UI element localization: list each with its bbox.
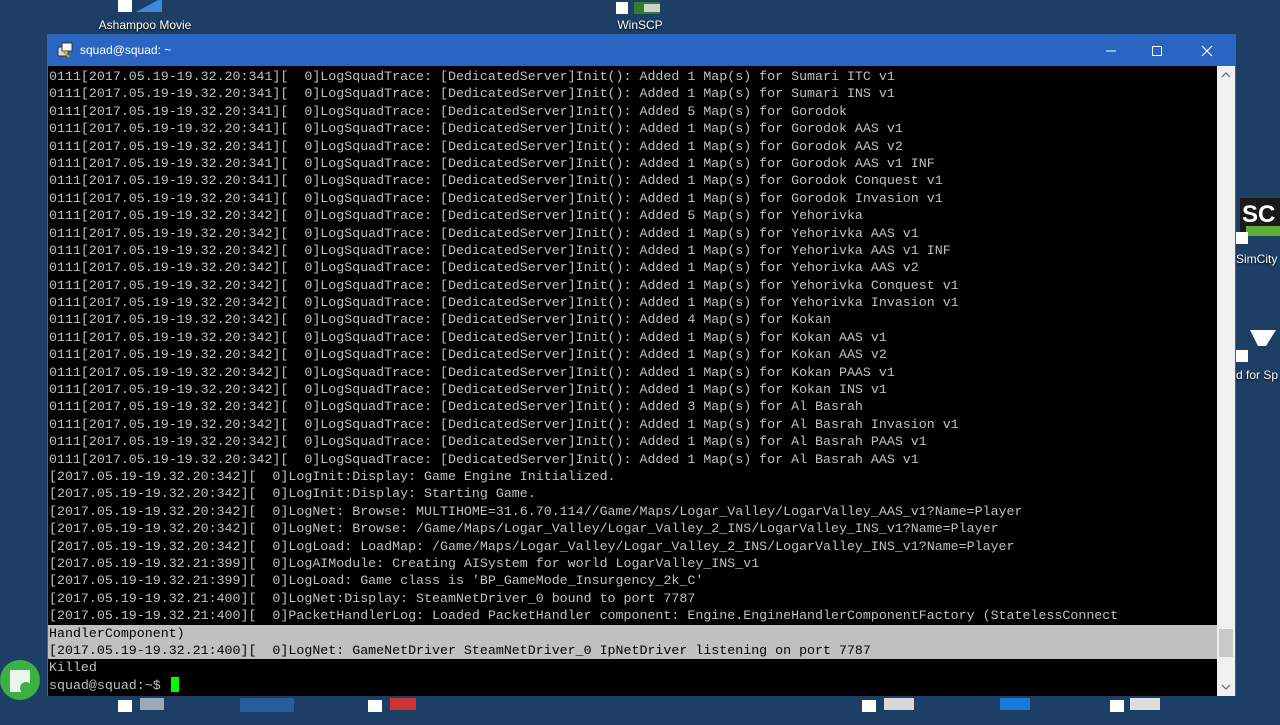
- simcity-icon[interactable]: SC: [1236, 196, 1280, 246]
- log-line: 0111[2017.05.19-19.32.20:342][ 0]LogSqua…: [49, 416, 959, 432]
- log-line: 0111[2017.05.19-19.32.20:342][ 0]LogSqua…: [49, 347, 887, 363]
- log-line: 0111[2017.05.19-19.32.20:341][ 0]LogSqua…: [49, 190, 943, 206]
- log-line: 0111[2017.05.19-19.32.20:341][ 0]LogSqua…: [49, 86, 895, 102]
- chevron-up-icon: [1221, 72, 1231, 78]
- log-line: 0111[2017.05.19-19.32.20:342][ 0]LogSqua…: [49, 451, 919, 467]
- log-line: [2017.05.19-19.32.20:342][ 0]LogNet: Bro…: [49, 521, 999, 537]
- desktop-icons-bottom-row: [0, 696, 1280, 720]
- selected-log-line[interactable]: HandlerComponent): [48, 624, 1217, 642]
- log-line: [2017.05.19-19.32.21:400][ 0]PacketHandl…: [49, 608, 1119, 624]
- log-line: 0111[2017.05.19-19.32.20:342][ 0]LogSqua…: [49, 242, 951, 258]
- log-line: [2017.05.19-19.32.21:399][ 0]LogLoad: Ga…: [49, 573, 704, 589]
- log-line: 0111[2017.05.19-19.32.20:342][ 0]LogSqua…: [49, 277, 959, 293]
- log-line: 0111[2017.05.19-19.32.20:342][ 0]LogSqua…: [49, 382, 887, 398]
- putty-icon: [57, 42, 73, 58]
- desktop-icon-ashampoo-movie[interactable]: Ashampoo Movie: [80, 18, 210, 32]
- text-cursor: [170, 676, 179, 692]
- tail-lines: Killed: [48, 659, 1217, 676]
- log-line: [2017.05.19-19.32.20:342][ 0]LogInit:Dis…: [49, 486, 536, 502]
- minimize-icon: [1106, 50, 1116, 51]
- minimize-button[interactable]: [1088, 35, 1134, 66]
- log-line: 0111[2017.05.19-19.32.20:341][ 0]LogSqua…: [49, 121, 903, 137]
- log-line: 0111[2017.05.19-19.32.20:341][ 0]LogSqua…: [49, 103, 847, 119]
- vertical-scrollbar[interactable]: [1217, 66, 1235, 696]
- log-lines: 0111[2017.05.19-19.32.20:341][ 0]LogSqua…: [48, 68, 1217, 625]
- ashampoo-movie-icon[interactable]: [118, 0, 166, 14]
- desktop-icon-need-for-speed[interactable]: d for Sp: [1236, 368, 1280, 382]
- log-line: 0111[2017.05.19-19.32.20:342][ 0]LogSqua…: [49, 434, 927, 450]
- log-line: [2017.05.19-19.32.21:399][ 0]LogAIModule…: [49, 555, 760, 571]
- maximize-icon: [1152, 45, 1162, 56]
- selected-lines[interactable]: HandlerComponent) [2017.05.19-19.32.21:40…: [48, 624, 1217, 660]
- chevron-down-icon: [1221, 684, 1231, 690]
- desktop-icon-simcity[interactable]: SimCity: [1236, 252, 1280, 266]
- scroll-down-button[interactable]: [1217, 678, 1235, 696]
- winscp-icon[interactable]: [616, 0, 664, 16]
- title-bar[interactable]: squad@squad: ~: [48, 35, 1235, 66]
- log-line: 0111[2017.05.19-19.32.20:342][ 0]LogSqua…: [49, 208, 863, 224]
- window-title: squad@squad: ~: [80, 43, 172, 57]
- terminal-output[interactable]: 0111[2017.05.19-19.32.20:341][ 0]LogSqua…: [48, 66, 1217, 696]
- log-line: 0111[2017.05.19-19.32.20:342][ 0]LogSqua…: [49, 225, 919, 241]
- log-line: [2017.05.19-19.32.21:400][ 0]LogNet:Disp…: [49, 590, 696, 606]
- log-line: 0111[2017.05.19-19.32.20:341][ 0]LogSqua…: [49, 155, 935, 171]
- terminal-window[interactable]: squad@squad: ~ 0111[2017.05.19-19.32.20:…: [47, 34, 1236, 696]
- log-line: [2017.05.19-19.32.20:342][ 0]LogNet: Bro…: [49, 503, 1023, 519]
- selected-log-line[interactable]: [2017.05.19-19.32.21:400][ 0]LogNet: Gam…: [48, 641, 1217, 660]
- status-line: Killed: [49, 660, 97, 676]
- need-for-speed-icon[interactable]: [1236, 326, 1280, 366]
- log-line: [2017.05.19-19.32.20:342][ 0]LogInit:Dis…: [49, 468, 616, 484]
- log-line: 0111[2017.05.19-19.32.20:342][ 0]LogSqua…: [49, 399, 863, 415]
- log-line: [2017.05.19-19.32.20:342][ 0]LogLoad: Lo…: [49, 538, 1015, 554]
- scroll-up-button[interactable]: [1217, 66, 1235, 84]
- log-line: 0111[2017.05.19-19.32.20:341][ 0]LogSqua…: [49, 173, 943, 189]
- close-icon: [1201, 45, 1213, 56]
- log-line: 0111[2017.05.19-19.32.20:342][ 0]LogSqua…: [49, 364, 895, 380]
- shell-prompt: squad@squad:~$: [49, 677, 169, 693]
- log-line: 0111[2017.05.19-19.32.20:342][ 0]LogSqua…: [49, 295, 959, 311]
- desktop-icon-winscp[interactable]: WinSCP: [600, 18, 680, 32]
- maximize-button[interactable]: [1134, 35, 1180, 66]
- scrollbar-thumb[interactable]: [1219, 629, 1233, 657]
- log-line: 0111[2017.05.19-19.32.20:342][ 0]LogSqua…: [49, 329, 887, 345]
- log-line: 0111[2017.05.19-19.32.20:342][ 0]LogSqua…: [49, 260, 919, 276]
- log-line: 0111[2017.05.19-19.32.20:342][ 0]LogSqua…: [49, 312, 831, 328]
- prompt-line[interactable]: squad@squad:~$: [48, 676, 1217, 694]
- log-line: 0111[2017.05.19-19.32.20:341][ 0]LogSqua…: [49, 69, 895, 84]
- svg-text:SC: SC: [1242, 201, 1275, 228]
- close-button[interactable]: [1184, 35, 1230, 66]
- log-line: 0111[2017.05.19-19.32.20:341][ 0]LogSqua…: [49, 138, 903, 154]
